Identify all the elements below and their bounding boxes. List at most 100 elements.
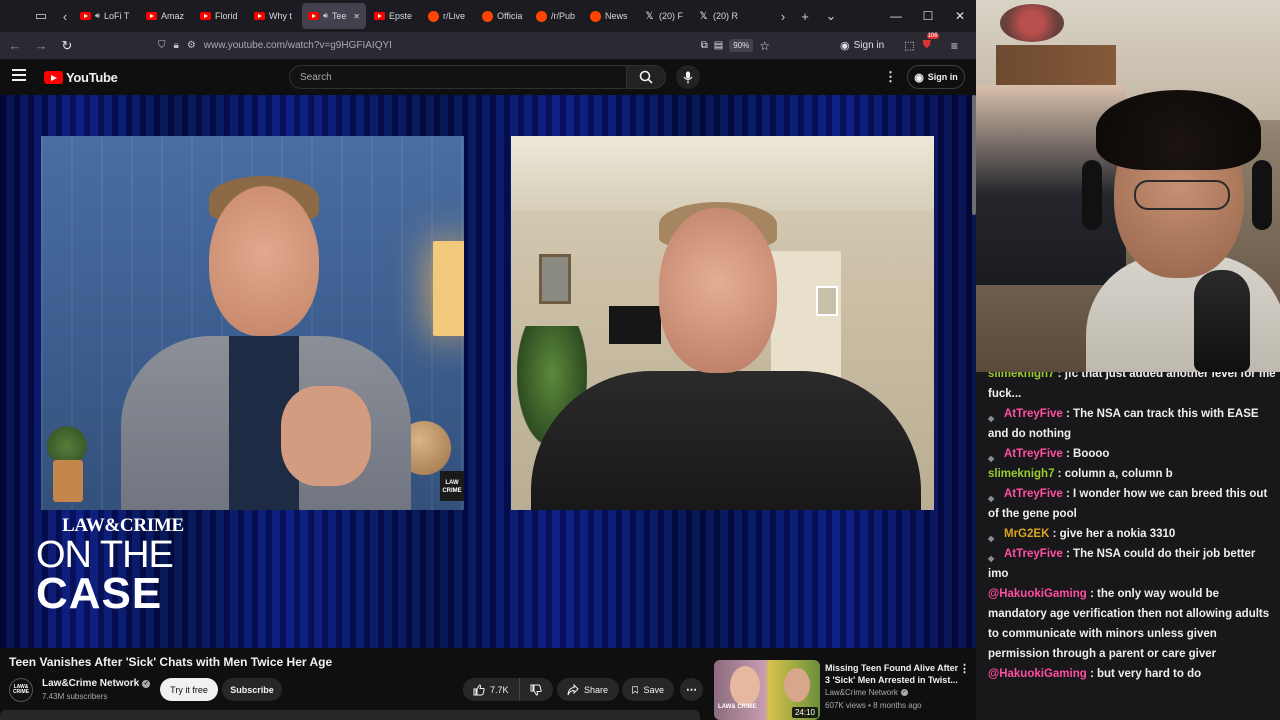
- audio-playing-icon[interactable]: 🔊︎: [95, 11, 100, 21]
- youtube-logo[interactable]: YouTube: [44, 70, 118, 85]
- list-tabs-icon[interactable]: ⌄: [818, 3, 844, 29]
- channel-name-row[interactable]: Law&Crime Network ✓: [42, 678, 151, 689]
- reload-icon[interactable]: ↻: [54, 33, 80, 59]
- show-logo: LAW&CRIME ON THE CASE: [36, 515, 196, 616]
- chat-message: @HakuokiGaming : the only way would be m…: [988, 584, 1276, 664]
- tab-scroll-left-icon[interactable]: ‹: [56, 3, 74, 29]
- adblock-icon[interactable]: ⛊ 106: [923, 33, 939, 52]
- url-text[interactable]: www.youtube.com/watch?v=g9HGFIAIQYI: [204, 40, 392, 51]
- recommended-menu-icon[interactable]: ⋮: [959, 662, 970, 675]
- youtube-sign-in-button[interactable]: ◉ Sign in: [907, 65, 965, 89]
- channel-avatar[interactable]: LAW& CRIME: [9, 678, 33, 702]
- new-tab-icon[interactable]: +: [792, 3, 818, 29]
- browser-tab[interactable]: Epste: [368, 3, 420, 29]
- search-input[interactable]: Search: [289, 65, 627, 89]
- verified-icon: ✓: [142, 679, 151, 688]
- chat-badge-icon[interactable]: ◆: [988, 449, 999, 463]
- chat-username[interactable]: AtTreyFive: [1004, 548, 1063, 560]
- browser-tab[interactable]: /r/Pub: [530, 3, 582, 29]
- browser-tab[interactable]: 𝕏 (20) F: [638, 3, 690, 29]
- subscribe-button[interactable]: Subscribe: [222, 678, 282, 701]
- audio-playing-icon[interactable]: 🔊︎: [323, 11, 328, 21]
- chat-badge-icon[interactable]: ◆: [988, 489, 999, 503]
- permissions-icon[interactable]: ⚙: [187, 40, 196, 51]
- like-button[interactable]: 7.7K: [463, 678, 520, 701]
- lock-icon[interactable]: 🔒︎: [174, 40, 179, 51]
- plant-image: [47, 426, 87, 510]
- picture-in-picture-icon[interactable]: ⧉: [701, 40, 708, 51]
- browser-tab[interactable]: Why t: [248, 3, 300, 29]
- maximize-icon[interactable]: ☐: [912, 0, 944, 32]
- chat-username[interactable]: slimeknigh7: [988, 372, 1054, 380]
- chat-username[interactable]: AtTreyFive: [1004, 408, 1063, 420]
- chat-separator: :: [1086, 668, 1097, 680]
- video-feed-guest-right: [511, 136, 934, 510]
- chat-username[interactable]: AtTreyFive: [1004, 488, 1063, 500]
- browser-tab[interactable]: News: [584, 3, 636, 29]
- browser-tab[interactable]: Officia: [476, 3, 528, 29]
- show-logo-line1: ON THE: [36, 534, 174, 576]
- share-button[interactable]: Share: [557, 678, 619, 701]
- browser-tab[interactable]: 𝕏 (20) R: [692, 3, 744, 29]
- chat-message: ◆ MrG2EK : give her a nokia 3310: [988, 524, 1276, 544]
- close-tab-icon[interactable]: ✕: [353, 12, 360, 21]
- chat-username[interactable]: @HakuokiGaming: [988, 588, 1087, 600]
- close-window-icon[interactable]: ✕: [944, 0, 976, 32]
- like-dislike-group: 7.7K: [463, 678, 553, 701]
- tab-label: (20) R: [713, 11, 739, 21]
- recommended-video[interactable]: LAW& CRIME 24:10 Missing Teen Found Aliv…: [714, 660, 976, 720]
- tab-scroll-right-icon[interactable]: ›: [774, 3, 792, 29]
- chat-username[interactable]: MrG2EK: [1004, 528, 1049, 540]
- chat-text: Boooo: [1073, 448, 1110, 460]
- recommended-title[interactable]: Missing Teen Found Alive After 3 'Sick' …: [825, 662, 965, 686]
- tab-label: Epste: [389, 11, 413, 21]
- settings-kebab-icon[interactable]: ⋮: [884, 69, 897, 85]
- chat-username[interactable]: slimeknigh7: [988, 468, 1054, 480]
- chat-separator: :: [1054, 468, 1065, 480]
- minimize-icon[interactable]: —: [880, 0, 912, 32]
- chat-message: ◆ AtTreyFive : The NSA can track this wit…: [988, 404, 1276, 444]
- forward-icon[interactable]: →: [28, 33, 54, 59]
- tab-bar: ▭ ‹ 🔊︎ LoFi T Amaz Florid Why t 🔊︎ Tee ✕ Epste r/…: [0, 0, 976, 32]
- zoom-level[interactable]: 90%: [729, 39, 754, 52]
- account-icon[interactable]: ◉: [840, 39, 850, 52]
- dislike-button[interactable]: [520, 678, 553, 701]
- reddit-favicon-icon: [482, 10, 493, 22]
- reader-view-icon[interactable]: ▤: [714, 40, 723, 51]
- chat-badge-icon[interactable]: ◆: [988, 409, 999, 423]
- voice-search-button[interactable]: [676, 65, 700, 89]
- shield-icon[interactable]: ⛉: [158, 40, 166, 51]
- app-menu-icon[interactable]: ≡: [951, 39, 958, 53]
- more-actions-icon[interactable]: ⋯: [680, 678, 703, 701]
- chat-username[interactable]: @HakuokiGaming: [988, 668, 1087, 680]
- chat-badge-icon[interactable]: ◆: [988, 549, 999, 563]
- browser-tab[interactable]: 🔊︎ LoFi T: [74, 3, 138, 29]
- youtube-sign-in-label: Sign in: [927, 72, 958, 82]
- extensions-icon[interactable]: ⬚: [904, 39, 914, 52]
- browser-tab[interactable]: Amaz: [140, 3, 192, 29]
- browser-tab[interactable]: Florid: [194, 3, 246, 29]
- chat-username[interactable]: AtTreyFive: [1004, 448, 1063, 460]
- tab-label: Officia: [497, 11, 523, 21]
- try-it-free-button[interactable]: Try it free: [160, 678, 218, 701]
- url-bar[interactable]: ⛉ 🔒︎ ⚙ www.youtube.com/watch?v=g9HGFIAIQ…: [150, 34, 770, 57]
- description-box[interactable]: [0, 710, 700, 720]
- guide-menu-icon[interactable]: [12, 69, 26, 81]
- tab-overview-icon[interactable]: ▭: [26, 3, 56, 29]
- back-icon[interactable]: ←: [2, 33, 28, 59]
- recommended-thumbnail[interactable]: LAW& CRIME 24:10: [714, 660, 820, 720]
- video-feed-host-left: LAW CRIME: [41, 136, 464, 510]
- webcam-feed: [976, 0, 1280, 372]
- glasses: [1134, 180, 1230, 210]
- save-button[interactable]: Save: [622, 678, 674, 701]
- browser-tab[interactable]: 🔊︎ Tee ✕: [302, 3, 366, 29]
- chat-badge-icon[interactable]: ◆: [988, 529, 999, 543]
- chat-text: but very hard to do: [1097, 668, 1202, 680]
- browser-sign-in[interactable]: Sign in: [854, 40, 885, 51]
- video-player[interactable]: LAW CRIME LAW&CRIME ON THE CASE: [0, 95, 976, 648]
- search-button[interactable]: [626, 65, 666, 89]
- bookmark-star-icon[interactable]: ☆: [759, 39, 770, 53]
- browser-tab[interactable]: r/Live: [422, 3, 474, 29]
- toolbar-right: ◉ Sign in ⬚ ⛊ 106 ≡: [840, 32, 958, 59]
- channel-name[interactable]: Law&Crime Network: [42, 678, 139, 689]
